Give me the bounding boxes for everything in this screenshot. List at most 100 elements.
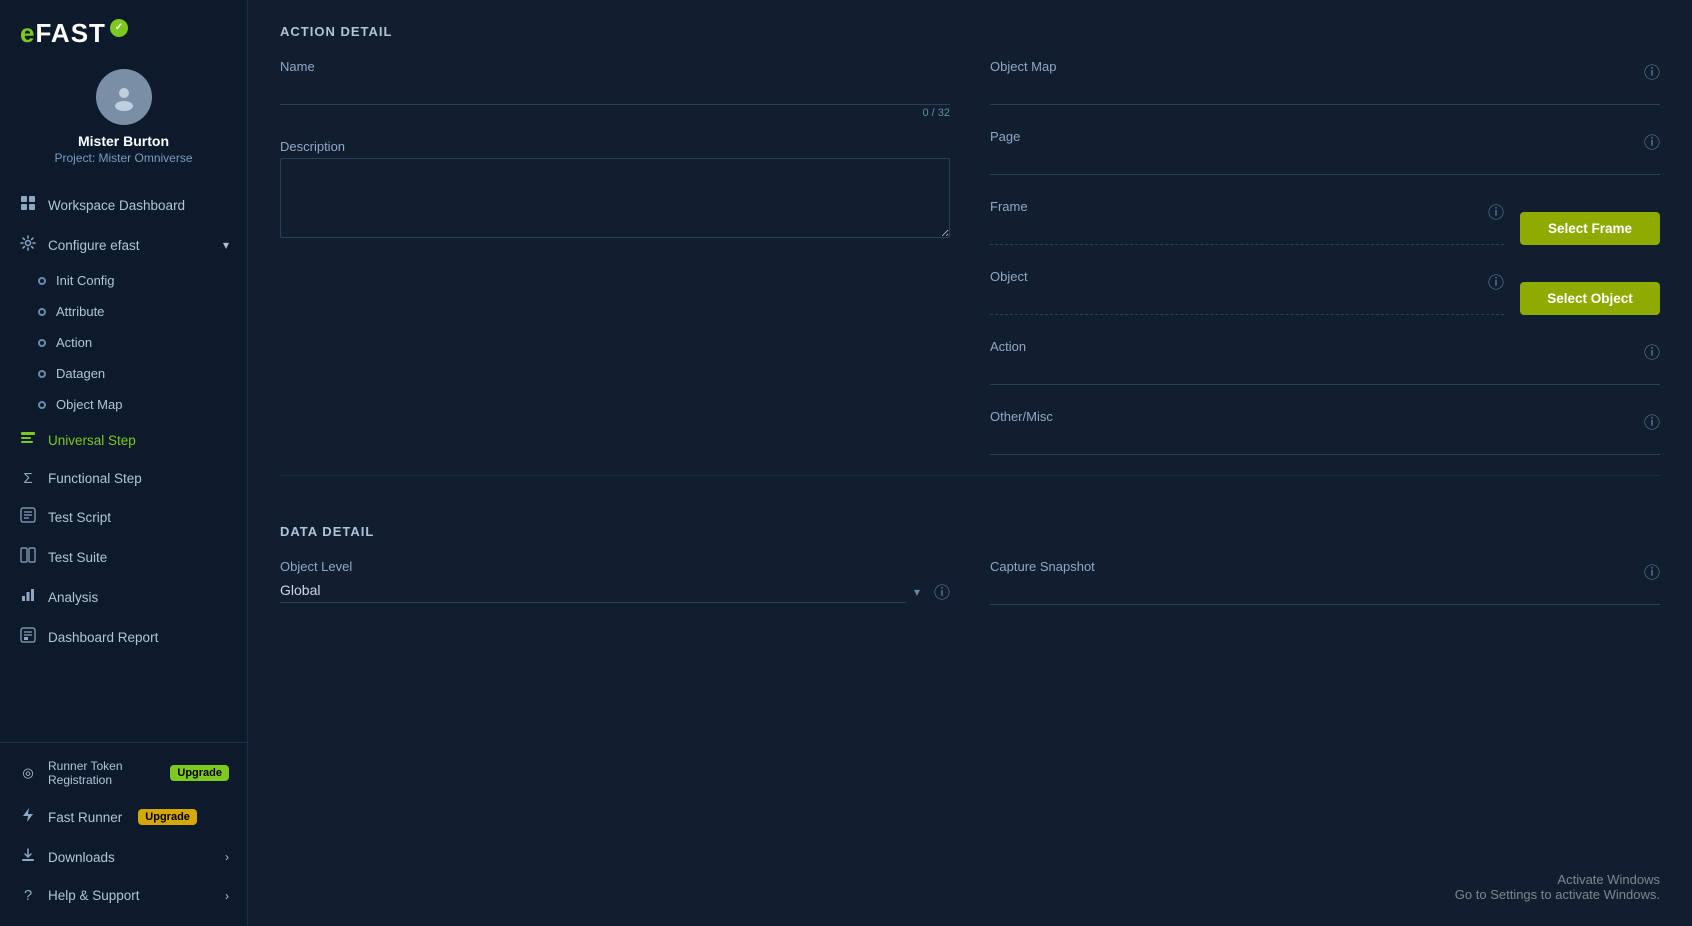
sidebar-item-label: Runner Token Registration [48,759,154,787]
data-detail-section: DATA DETAIL Object Level Global Local Se… [280,524,1660,605]
user-name: Mister Burton [78,133,169,149]
object-field: ⓘ Object [990,269,1504,315]
chevron-down-icon: ▾ [223,238,229,252]
section-divider [280,475,1660,476]
sidebar-item-test-script[interactable]: Test Script [0,497,247,537]
object-map-label: Object Map [990,59,1660,74]
page-label: Page [990,129,1660,144]
sidebar-item-help-support[interactable]: ? Help & Support › [0,877,247,914]
download-icon [18,847,38,867]
bullet-icon [38,339,46,347]
data-detail-title: DATA DETAIL [280,524,1660,539]
object-level-field: Object Level Global Local Session ▾ ⓘ [280,559,950,605]
sidebar-item-label: Dashboard Report [48,630,158,645]
object-help-icon[interactable]: ⓘ [1488,269,1504,293]
action-detail-title: ACTION DETAIL [280,24,1660,39]
sidebar-item-label: Analysis [48,590,98,605]
sidebar-item-label: Test Script [48,510,111,525]
select-frame-button[interactable]: Select Frame [1520,212,1660,245]
object-input[interactable] [990,288,1504,315]
right-column: ⓘ Object Map ⓘ Page ⓘ Frame [990,59,1660,455]
data-detail-grid: Object Level Global Local Session ▾ ⓘ ⓘ … [280,559,1660,605]
sidebar-sub-label: Action [56,335,92,350]
sidebar-item-action[interactable]: Action [0,327,247,358]
select-arrow-icon: ▾ [914,585,920,599]
object-map-input[interactable] [990,78,1660,105]
project-name: Project: Mister Omniverse [54,151,192,165]
lightning-icon [18,807,38,827]
sidebar-item-configure-efast[interactable]: Configure efast ▾ [0,225,247,265]
sidebar-item-object-map[interactable]: Object Map [0,389,247,420]
sidebar-sub-label: Object Map [56,397,122,412]
object-row: ⓘ Object Select Object [990,269,1660,315]
sidebar-item-init-config[interactable]: Init Config [0,265,247,296]
sidebar-item-dashboard-report[interactable]: Dashboard Report [0,617,247,657]
sidebar-item-test-suite[interactable]: Test Suite [0,537,247,577]
frame-input[interactable] [990,218,1504,245]
avatar [96,69,152,125]
user-profile: Mister Burton Project: Mister Omniverse [0,59,247,179]
sidebar-nav: Workspace Dashboard Configure efast ▾ In… [0,179,247,742]
sidebar-item-label: Workspace Dashboard [48,198,185,213]
other-misc-label: Other/Misc [990,409,1660,424]
frame-field: ⓘ Frame [990,199,1504,245]
page-input[interactable] [990,148,1660,175]
name-input[interactable] [280,78,950,105]
help-icon: ? [18,887,38,904]
sidebar-item-universal-step[interactable]: Universal Step [0,420,247,460]
capture-snapshot-label: Capture Snapshot [990,559,1660,574]
sidebar-item-downloads[interactable]: Downloads › [0,837,247,877]
main-content: ACTION DETAIL Name 0 / 32 Description [248,0,1692,926]
page-field: ⓘ Page [990,129,1660,175]
chevron-right-icon: › [225,850,229,864]
analysis-icon [18,587,38,607]
sidebar-item-datagen[interactable]: Datagen [0,358,247,389]
action-detail-section: ACTION DETAIL Name 0 / 32 Description [280,24,1660,455]
select-object-button[interactable]: Select Object [1520,282,1660,315]
left-column: Name 0 / 32 Description [280,59,950,455]
action-input[interactable] [990,358,1660,385]
sidebar-item-runner-token[interactable]: ◎ Runner Token Registration Upgrade [0,749,247,797]
sidebar-item-fast-runner[interactable]: Fast Runner Upgrade [0,797,247,837]
object-map-field: ⓘ Object Map [990,59,1660,105]
other-misc-help-icon[interactable]: ⓘ [1644,409,1660,433]
frame-help-icon[interactable]: ⓘ [1488,199,1504,223]
action-field: ⓘ Action [990,339,1660,385]
logo-area: eFAST ✓ [0,0,247,59]
object-level-select[interactable]: Global Local Session [280,578,906,603]
sidebar-item-workspace-dashboard[interactable]: Workspace Dashboard [0,185,247,225]
action-detail-grid: Name 0 / 32 Description ⓘ Object Map [280,59,1660,455]
script-icon [18,507,38,527]
sidebar-sub-label: Init Config [56,273,115,288]
sigma-icon: Σ [18,470,38,487]
token-icon: ◎ [18,765,38,781]
action-help-icon[interactable]: ⓘ [1644,339,1660,363]
logo-badge: ✓ [110,19,128,37]
sidebar-item-label: Functional Step [48,471,142,486]
object-level-label: Object Level [280,559,950,574]
object-label: Object [990,269,1504,284]
capture-snapshot-help-icon[interactable]: ⓘ [1644,559,1660,583]
sidebar-item-analysis[interactable]: Analysis [0,577,247,617]
windows-activate-line1: Activate Windows [1455,872,1660,887]
object-level-help-icon[interactable]: ⓘ [934,579,950,603]
sidebar-item-attribute[interactable]: Attribute [0,296,247,327]
capture-snapshot-input[interactable] [990,578,1660,605]
chevron-right-icon: › [225,889,229,903]
upgrade-badge-green: Upgrade [170,765,229,781]
capture-snapshot-field: ⓘ Capture Snapshot [990,559,1660,605]
suite-icon [18,547,38,567]
sidebar-item-label: Test Suite [48,550,107,565]
other-misc-input[interactable] [990,428,1660,455]
sidebar-sub-label: Datagen [56,366,105,381]
char-count: 0 / 32 [280,107,950,119]
windows-activate: Activate Windows Go to Settings to activ… [1455,872,1660,902]
action-label: Action [990,339,1660,354]
page-help-icon[interactable]: ⓘ [1644,129,1660,153]
description-input[interactable] [280,158,950,238]
sidebar-item-label: Configure efast [48,238,140,253]
step-icon [18,430,38,450]
sidebar-item-functional-step[interactable]: Σ Functional Step [0,460,247,497]
windows-activate-line2: Go to Settings to activate Windows. [1455,887,1660,902]
object-map-help-icon[interactable]: ⓘ [1644,59,1660,83]
